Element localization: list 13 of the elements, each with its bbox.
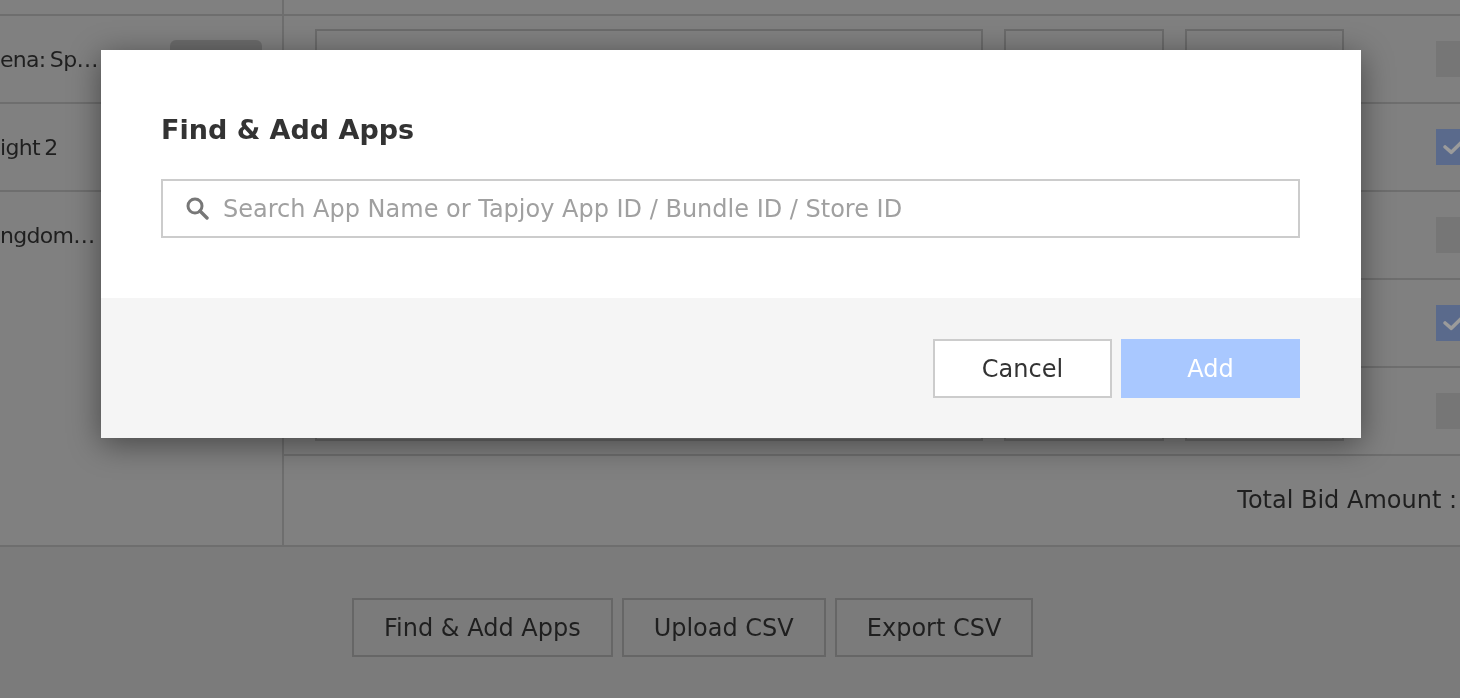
app-name: ngdom… <box>0 222 95 248</box>
search-field[interactable]: Search App Name or Tapjoy App ID / Bundle ID / Store ID <box>161 179 1300 238</box>
checkmark-icon <box>1443 139 1460 155</box>
total-bid-label: Total Bid Amount : <box>1237 486 1457 514</box>
checkmark-icon <box>1443 315 1460 331</box>
cancel-button[interactable]: Cancel <box>933 339 1112 398</box>
action-button[interactable]: Export CSV <box>834 598 1034 657</box>
action-button[interactable]: Find & Add Apps <box>352 598 613 657</box>
app-name: ena: Sp… <box>0 46 98 72</box>
app-name: ight 2 <box>0 134 58 160</box>
modal-title: Find & Add Apps <box>161 113 416 147</box>
action-button[interactable]: Upload CSV <box>621 598 826 657</box>
search-icon <box>185 196 209 220</box>
